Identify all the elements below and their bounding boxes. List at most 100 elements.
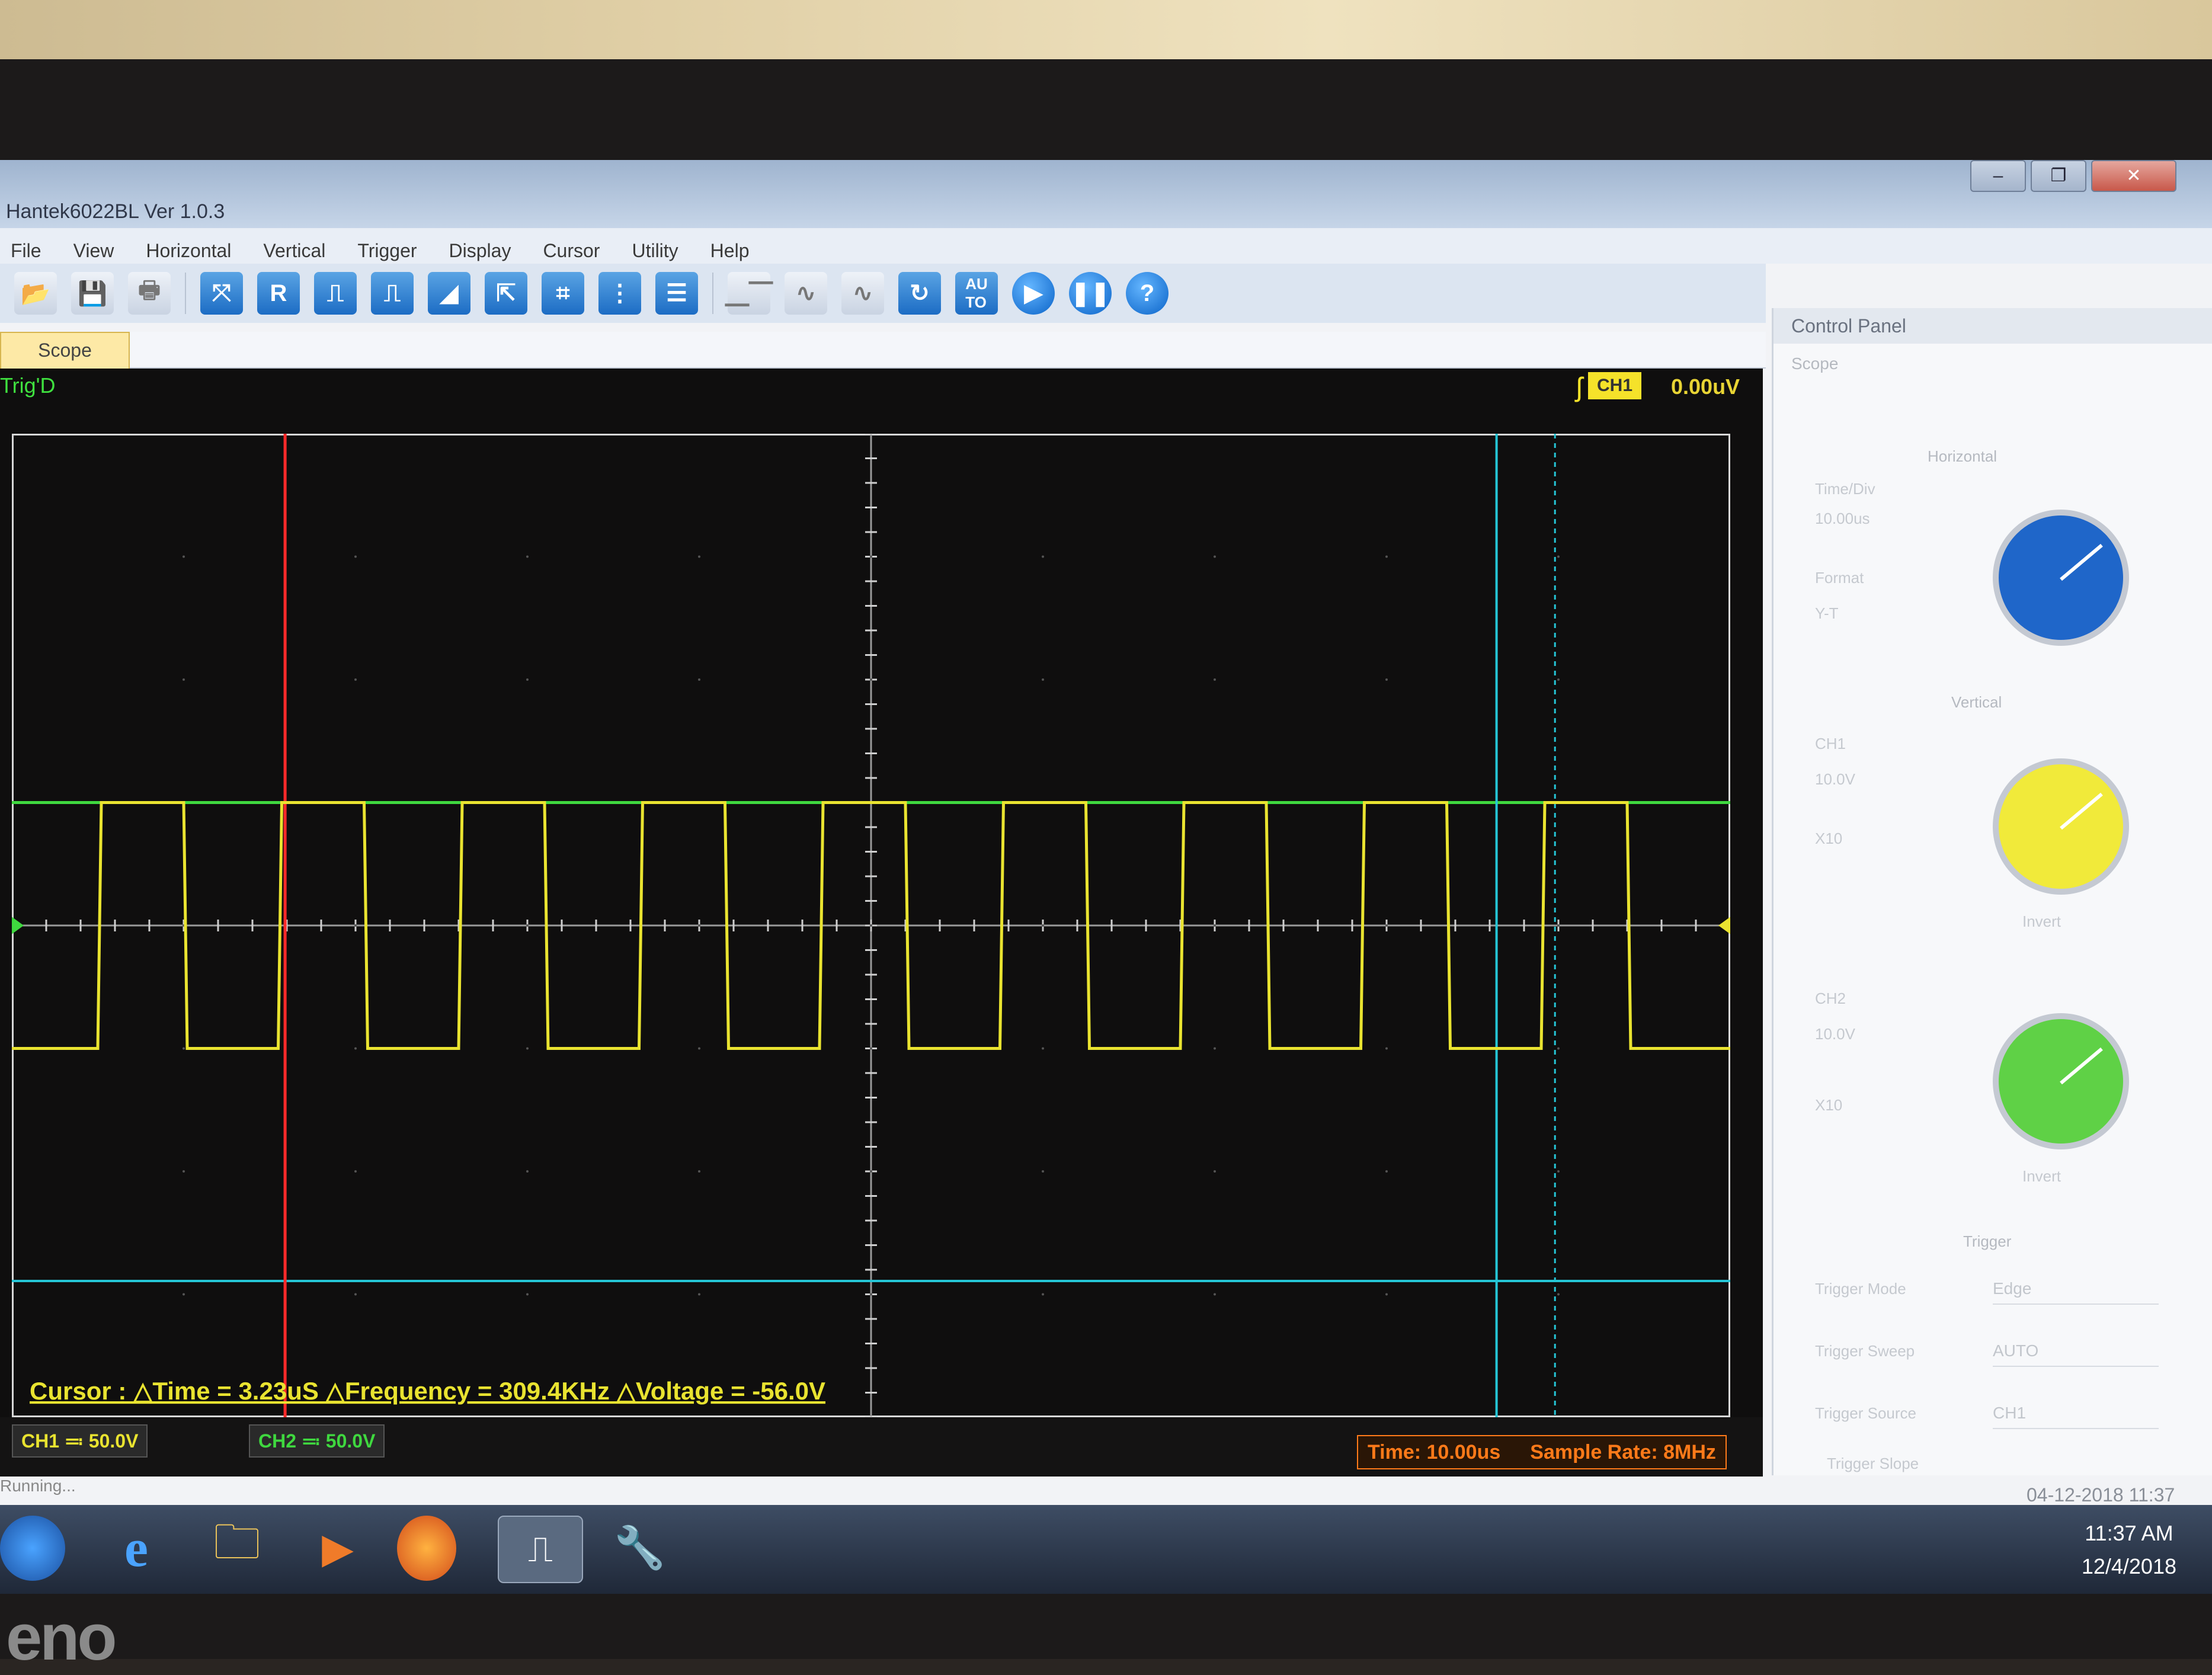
menu-display[interactable]: Display [438,228,533,264]
control-panel-title: Control Panel [1774,308,2212,344]
ch1-knob[interactable] [1993,758,2129,895]
ch2-invert-checkbox[interactable]: Invert [2022,1167,2061,1186]
minimize-button[interactable]: – [1970,160,2026,192]
menu-view[interactable]: View [63,228,136,264]
trigger-sweep-select[interactable]: AUTO [1993,1336,2159,1367]
menu-utility[interactable]: Utility [621,228,699,264]
cursor-cross-icon[interactable]: ⌗ [542,272,584,315]
menu-trigger[interactable]: Trigger [347,228,438,264]
grid-dot [183,1293,185,1296]
grid-dot [1557,555,1560,558]
fit-icon[interactable]: ⤧ [200,272,243,315]
ch2-checkbox[interactable]: CH2 [1815,989,1846,1008]
grid-dot [1557,1170,1560,1173]
format-select[interactable]: Y-T [1815,604,1839,623]
grid-dot [1214,1293,1216,1296]
trigger-section-label: Trigger [1963,1232,2012,1250]
tools-icon[interactable]: 🔧 [598,1516,681,1581]
menu-file[interactable]: File [0,228,63,264]
cursor-select-icon[interactable]: ⇱ [485,272,527,315]
trigger-sweep-label: Trigger Sweep [1815,1342,1915,1360]
file-explorer-icon[interactable]: 🗀 [196,1516,278,1581]
ch2-volts-select[interactable]: 10.0V [1815,1025,1855,1043]
top-date: 04-12-2018 11:37 [2027,1484,2175,1506]
grid-dot [1042,555,1044,558]
trigger-source-select[interactable]: CH1 [1993,1398,2159,1429]
grid-dot [183,1047,185,1050]
ramp-icon[interactable]: ◢ [428,272,470,315]
maximize-button[interactable]: ❐ [2031,160,2086,192]
ch2-scale: CH2 ≕ 50.0V [249,1424,385,1458]
save-icon[interactable]: 💾 [71,272,114,315]
grid-dot [1557,924,1560,927]
sine-wave-icon[interactable]: ∿ [785,272,827,315]
ch2-pulse-icon[interactable]: ⎍ [371,272,414,315]
grid-dot [1385,924,1388,927]
control-panel: Control Panel Scope Horizontal Time/Div … [1772,308,2212,1475]
ch1-invert-checkbox[interactable]: Invert [2022,912,2061,931]
grid-dot [1385,1170,1388,1173]
grid-dot [1214,1170,1216,1173]
grid-dot [870,678,872,681]
grid-dot [698,1047,700,1050]
timediv-label: Time/Div [1815,480,1875,498]
internet-explorer-icon[interactable]: e [95,1516,178,1581]
grid-dot [1042,1047,1044,1050]
ch2-knob[interactable] [1993,1013,2129,1149]
auto-icon[interactable]: AU TO [955,272,998,315]
pause-icon[interactable]: ❚❚ [1069,272,1112,315]
grid-dot [354,924,357,927]
grid-dot [1214,678,1216,681]
scope-display: Trig'D ʃ CH1 0.00uV Cursor : △Time = 3.2… [0,369,1763,1477]
grid-dot [698,555,700,558]
background-wall [0,0,2212,65]
waveform-plot[interactable]: Cursor : △Time = 3.23uS △Frequency = 309… [12,434,1730,1417]
close-button[interactable]: ✕ [2091,160,2176,192]
smooth-wave-icon[interactable]: ∿ [841,272,884,315]
cursor-vertical-icon[interactable]: ⋮ [598,272,641,315]
screen: Hantek6022BL Ver 1.0.3 – ❐ ✕ File View H… [0,160,2212,1594]
horizontal-knob[interactable] [1993,510,2129,646]
trigger-source-label: Trigger Source [1815,1404,1916,1422]
ch1-volts-select[interactable]: 10.0V [1815,770,1855,789]
trigger-mode-select[interactable]: Edge [1993,1274,2159,1305]
menu-cursor[interactable]: Cursor [532,228,621,264]
grid-dot [870,1170,872,1173]
step-wave-icon[interactable]: ⎽⎺ [725,272,773,315]
trigger-mode-label: Trigger Mode [1815,1280,1906,1298]
scope-app-taskbar-icon[interactable]: ⎍ [498,1516,583,1583]
refresh-icon[interactable]: ↻ [898,272,941,315]
reference-icon[interactable]: R [257,272,300,315]
grid-dot [1557,678,1560,681]
menu-bar: File View Horizontal Vertical Trigger Di… [0,228,2212,264]
firefox-icon[interactable] [397,1516,456,1581]
grid-dot [354,1047,357,1050]
menu-horizontal[interactable]: Horizontal [135,228,252,264]
clock-date: 12/4/2018 [2081,1554,2176,1578]
grid-dot [1214,555,1216,558]
taskbar-clock[interactable]: 11:37 AM 12/4/2018 [2082,1517,2176,1583]
tab-scope[interactable]: Scope [0,332,130,370]
ch1-checkbox[interactable]: CH1 [1815,735,1846,753]
timediv-select[interactable]: 10.00us [1815,510,1870,528]
grid-dot [526,924,529,927]
grid-dot [698,924,700,927]
ch2-probe-select[interactable]: X10 [1815,1096,1842,1114]
print-icon[interactable]: 🖶 [128,272,171,315]
grid-dot [526,1293,529,1296]
grid-dot [698,1293,700,1296]
grid-dot [870,555,872,558]
help-icon[interactable]: ? [1126,272,1169,315]
media-player-icon[interactable]: ▶ [296,1516,379,1581]
open-icon[interactable]: 📂 [14,272,57,315]
cursor-horizontal-icon[interactable]: ☰ [655,272,698,315]
window-titlebar: Hantek6022BL Ver 1.0.3 – ❐ ✕ [0,160,2212,228]
menu-help[interactable]: Help [700,228,771,264]
ch1-pulse-icon[interactable]: ⎍ [314,272,357,315]
start-button-icon[interactable] [0,1516,65,1581]
scope-status-bar: CH1 ≕ 50.0V CH2 ≕ 50.0V Time: 10.00us Sa… [0,1417,1763,1477]
run-icon[interactable]: ▶ [1012,272,1055,315]
grid-dot [183,1170,185,1173]
menu-vertical[interactable]: Vertical [252,228,347,264]
ch1-probe-select[interactable]: X10 [1815,830,1842,848]
